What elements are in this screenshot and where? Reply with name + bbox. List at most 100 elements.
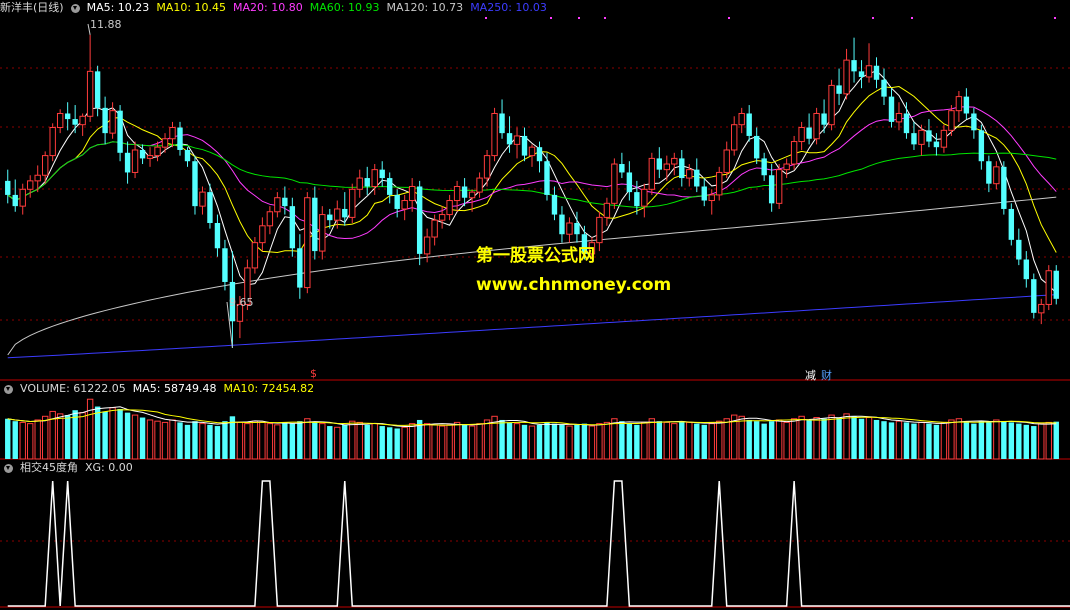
candle-body: [207, 192, 213, 223]
candle-body: [394, 194, 400, 209]
volume-bar: [1001, 421, 1007, 459]
signal-tick: [578, 17, 580, 19]
signal-tick: [485, 17, 487, 19]
volume-bar: [926, 423, 932, 459]
volume-bar: [1038, 423, 1045, 460]
volume-bar: [506, 422, 513, 459]
candle-body: [468, 191, 476, 199]
volume-bar: [19, 421, 26, 460]
volume-bar: [783, 421, 790, 460]
candle-body: [574, 222, 580, 235]
volume-bar: [56, 413, 64, 460]
candle-body: [679, 158, 685, 179]
volume-bar: [41, 415, 49, 460]
candle-body: [499, 113, 505, 134]
candle-body: [1053, 270, 1059, 299]
candle-body: [1016, 239, 1022, 260]
candle-body: [461, 186, 468, 198]
volume-bar: [483, 419, 491, 460]
candle-body: [903, 113, 910, 134]
candle-body: [387, 178, 393, 195]
candle-body: [978, 130, 985, 162]
volume-bar: [738, 415, 745, 460]
candle-body: [761, 158, 767, 176]
candle-body: [1045, 270, 1052, 305]
low-price-label: 9.65: [229, 296, 254, 309]
candle-body: [828, 84, 835, 126]
candle-body: [139, 149, 146, 159]
volume-bar: [581, 423, 588, 459]
candle-body: [431, 219, 438, 238]
volume-bar: [79, 412, 86, 460]
candle-body: [806, 127, 812, 139]
candle-body: [102, 107, 108, 134]
candle-body: [506, 133, 513, 145]
volume-bar: [559, 424, 565, 459]
candle-body: [1038, 303, 1045, 314]
volume-bar: [394, 428, 400, 459]
candle-body: [34, 174, 41, 182]
volume-bar: [821, 418, 827, 459]
volume-bar: [461, 424, 468, 459]
volume-bar: [611, 418, 618, 460]
candle-body: [888, 96, 895, 122]
volume-bar: [266, 423, 274, 460]
candle-body: [716, 171, 723, 196]
candle-body: [274, 197, 281, 213]
candle-body: [438, 214, 446, 221]
volume-bar: [986, 422, 992, 459]
volume-bar: [888, 422, 895, 459]
volume-bar: [588, 425, 596, 460]
volume-bar: [327, 426, 333, 459]
candle-body: [775, 169, 783, 204]
chart-canvas[interactable]: 11.88 9.65: [0, 0, 1070, 610]
volume-bar: [701, 424, 707, 459]
candle-body: [873, 65, 880, 80]
volume-bar: [903, 422, 910, 459]
volume-bar: [648, 418, 656, 460]
candle-body: [551, 194, 558, 215]
volume-bar: [851, 416, 857, 459]
volume-bar: [379, 426, 385, 459]
volume-bar: [806, 419, 812, 459]
volume-bar: [656, 421, 663, 459]
volume-bar: [1053, 421, 1059, 459]
volume-bar: [671, 423, 678, 460]
candle-body: [124, 152, 131, 173]
candle-body: [708, 194, 715, 202]
watermark-url[interactable]: www.chnmoney.com: [476, 275, 671, 295]
volume-bar: [723, 418, 730, 460]
volume-bar: [139, 417, 146, 459]
candle-body: [304, 197, 311, 289]
volume-bar: [753, 421, 760, 459]
volume-bar: [694, 423, 700, 459]
dollar-marker[interactable]: $: [310, 367, 317, 380]
candle-body: [528, 146, 536, 157]
watermark-title: 第一股票公式网: [476, 246, 595, 266]
candle-body: [641, 188, 648, 207]
candle-body: [813, 112, 820, 140]
candle-body: [881, 79, 887, 97]
candle-body: [940, 129, 948, 148]
candle-body: [266, 211, 274, 227]
volume-bar: [356, 421, 363, 460]
indicator-line: [7, 480, 1070, 607]
volume-bar: [146, 419, 154, 460]
candle-body: [49, 127, 56, 157]
candle-body: [634, 192, 640, 207]
jian-marker[interactable]: 减: [805, 367, 816, 383]
volume-bar: [746, 419, 752, 459]
candle-body: [933, 141, 940, 148]
candle-body: [408, 185, 416, 202]
volume-bar: [131, 414, 139, 460]
candle-body: [199, 191, 206, 207]
cai-marker[interactable]: 财: [821, 367, 832, 383]
volume-bar: [544, 422, 550, 459]
candle-body: [131, 149, 139, 173]
volume-bar: [192, 421, 198, 459]
volume-bar: [364, 424, 370, 459]
candle-body: [446, 200, 453, 216]
volume-bar: [438, 425, 446, 460]
candle-body: [282, 197, 288, 207]
candle-body: [334, 208, 341, 221]
